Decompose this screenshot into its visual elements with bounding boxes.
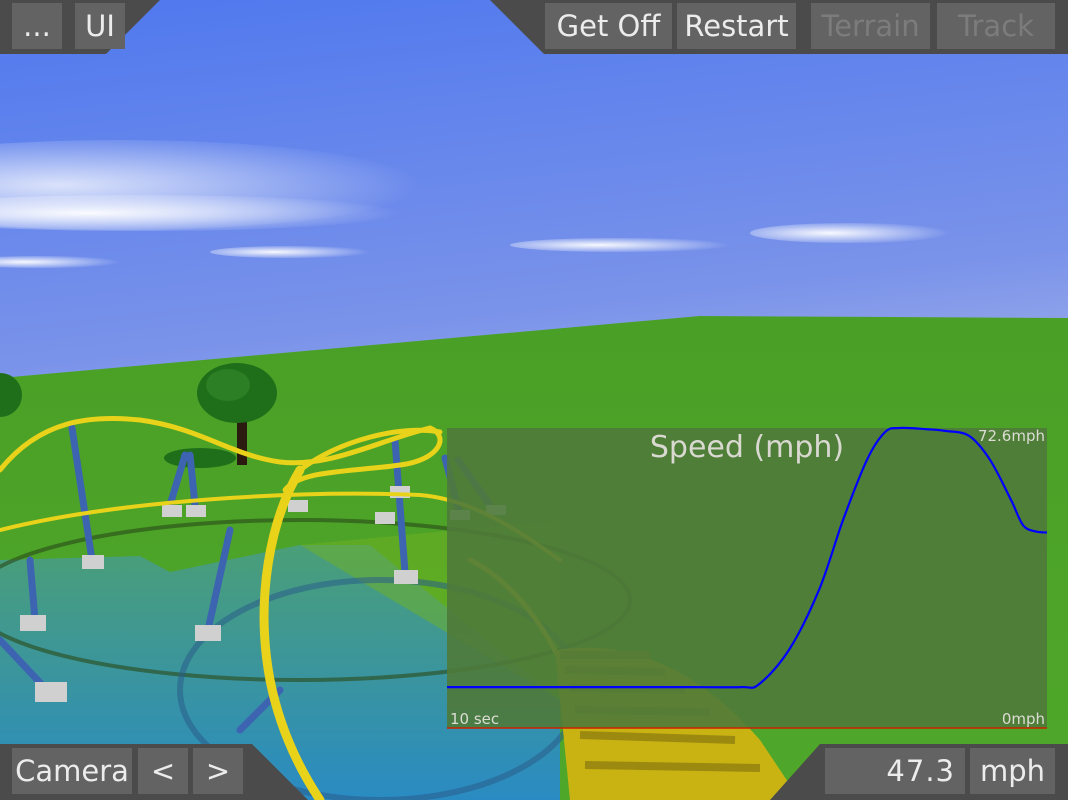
ui-toggle-button[interactable]: UI <box>75 3 125 49</box>
camera-next-button[interactable]: > <box>193 748 243 794</box>
menu-button[interactable]: ... <box>12 3 62 49</box>
cloud <box>210 246 370 258</box>
cloud <box>750 223 950 243</box>
speed-value: 47.3 <box>825 748 965 794</box>
get-off-button[interactable]: Get Off <box>545 3 672 49</box>
camera-button[interactable]: Camera <box>12 748 132 794</box>
camera-prev-button[interactable]: < <box>138 748 188 794</box>
game-viewport <box>0 0 1068 800</box>
speed-unit-button[interactable]: mph <box>970 748 1055 794</box>
track-button[interactable]: Track <box>937 3 1055 49</box>
cloud <box>510 238 730 252</box>
terrain-button[interactable]: Terrain <box>811 3 930 49</box>
restart-button[interactable]: Restart <box>677 3 796 49</box>
